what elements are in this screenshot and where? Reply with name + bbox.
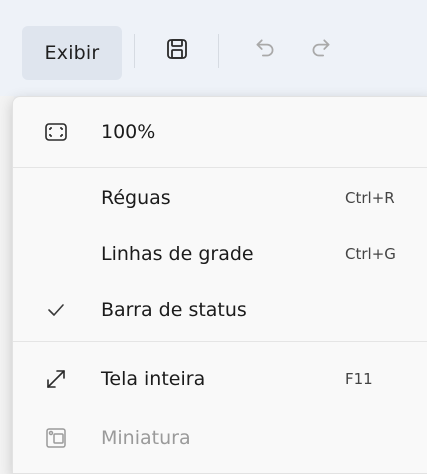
menu-item-barra-de-status[interactable]: Barra de status — [13, 285, 427, 335]
redo-icon — [308, 36, 334, 66]
redo-button[interactable] — [304, 34, 338, 68]
undo-button[interactable] — [248, 34, 282, 68]
exibir-menu-button[interactable]: Exibir — [22, 26, 122, 80]
menu-item-reguas[interactable]: Réguas Ctrl+R — [13, 173, 427, 223]
exibir-label: Exibir — [44, 42, 100, 64]
menu-item-shortcut: F11 — [345, 370, 373, 388]
fullscreen-icon — [43, 366, 69, 392]
fit-to-window-icon — [43, 119, 69, 145]
save-icon — [165, 37, 189, 65]
menu-divider — [13, 341, 427, 342]
toolbar-separator — [218, 34, 219, 68]
checkmark-icon — [43, 297, 69, 323]
menu-item-zoom-100[interactable]: 100% — [13, 107, 427, 157]
menu-item-tela-inteira[interactable]: Tela inteira F11 — [13, 354, 427, 404]
toolbar: Exibir — [0, 0, 427, 96]
toolbar-separator — [134, 34, 135, 68]
menu-item-label: Linhas de grade — [101, 243, 254, 265]
menu-item-label: Réguas — [101, 187, 171, 209]
menu-item-shortcut: Ctrl+G — [345, 245, 396, 263]
undo-icon — [252, 36, 278, 66]
menu-divider — [13, 167, 427, 168]
menu-item-shortcut: Ctrl+R — [345, 189, 395, 207]
menu-item-label: 100% — [101, 121, 156, 143]
menu-item-label: Miniatura — [101, 427, 191, 449]
thumbnail-icon — [43, 425, 69, 451]
exibir-dropdown-menu: 100% Réguas Ctrl+R Linhas de grade Ctrl+… — [12, 96, 427, 474]
menu-item-label: Tela inteira — [101, 368, 206, 390]
save-button[interactable] — [160, 34, 194, 68]
menu-item-linhas-de-grade[interactable]: Linhas de grade Ctrl+G — [13, 229, 427, 279]
menu-item-label: Barra de status — [101, 299, 247, 321]
menu-item-miniatura: Miniatura — [13, 413, 427, 463]
